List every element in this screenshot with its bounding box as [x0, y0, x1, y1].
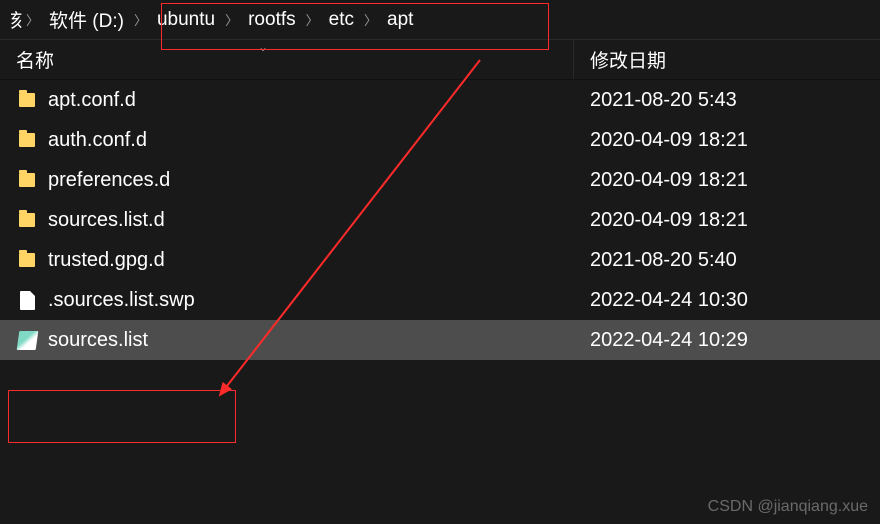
file-name-cell: sources.list — [0, 320, 574, 360]
file-row[interactable]: auth.conf.d 2020-04-09 18:21 — [0, 120, 880, 160]
file-name: sources.list.d — [48, 209, 165, 232]
breadcrumb-item-4[interactable]: etc — [323, 5, 360, 35]
folder-icon — [16, 249, 38, 271]
file-date: 2021-08-20 5:43 — [574, 89, 880, 112]
column-header-name[interactable]: 名称 — [0, 40, 574, 79]
watermark: CSDN @jianqiang.xue — [708, 498, 868, 516]
chevron-right-icon[interactable]: 〉 — [360, 10, 381, 29]
file-row[interactable]: preferences.d 2020-04-09 18:21 — [0, 160, 880, 200]
file-date: 2022-04-24 10:29 — [574, 329, 880, 352]
chevron-right-icon[interactable]: 〉 — [221, 10, 242, 29]
file-name: trusted.gpg.d — [48, 249, 165, 272]
file-row[interactable]: sources.list 2022-04-24 10:29 — [0, 320, 880, 360]
breadcrumb-item-3[interactable]: rootfs — [242, 5, 302, 35]
file-date: 2020-04-09 18:21 — [574, 169, 880, 192]
file-date: 2022-04-24 10:30 — [574, 289, 880, 312]
file-name: .sources.list.swp — [48, 289, 195, 312]
file-name-cell: apt.conf.d — [0, 80, 574, 120]
file-date: 2020-04-09 18:21 — [574, 209, 880, 232]
breadcrumb-item-0[interactable]: 刻 — [4, 2, 22, 37]
file-icon — [16, 289, 38, 311]
breadcrumb-bar: 刻 〉 软件 (D:) 〉 ubuntu 〉 rootfs 〉 etc 〉 ap… — [0, 0, 880, 40]
column-header-date[interactable]: 修改日期 — [574, 40, 880, 79]
breadcrumb-item-1[interactable]: 软件 (D:) — [43, 2, 130, 37]
breadcrumb-item-2[interactable]: ubuntu — [151, 5, 221, 35]
file-row[interactable]: sources.list.d 2020-04-09 18:21 — [0, 200, 880, 240]
folder-icon — [16, 129, 38, 151]
file-row[interactable]: .sources.list.swp 2022-04-24 10:30 — [0, 280, 880, 320]
file-name: preferences.d — [48, 169, 170, 192]
chevron-right-icon[interactable]: 〉 — [22, 10, 43, 29]
chevron-right-icon[interactable]: 〉 — [130, 10, 151, 29]
file-name-cell: .sources.list.swp — [0, 280, 574, 320]
annotation-box-file — [8, 390, 236, 443]
file-name-cell: sources.list.d — [0, 200, 574, 240]
file-name-cell: trusted.gpg.d — [0, 240, 574, 280]
folder-icon — [16, 89, 38, 111]
file-name-cell: preferences.d — [0, 160, 574, 200]
chevron-down-icon[interactable]: ⌄ — [258, 40, 268, 54]
folder-icon — [16, 169, 38, 191]
column-headers: 名称 修改日期 — [0, 40, 880, 80]
breadcrumb-item-5[interactable]: apt — [381, 5, 419, 35]
file-date: 2021-08-20 5:40 — [574, 249, 880, 272]
file-row[interactable]: trusted.gpg.d 2021-08-20 5:40 — [0, 240, 880, 280]
file-name: auth.conf.d — [48, 129, 147, 152]
file-row[interactable]: apt.conf.d 2021-08-20 5:43 — [0, 80, 880, 120]
file-name: sources.list — [48, 329, 148, 352]
file-list: apt.conf.d 2021-08-20 5:43 auth.conf.d 2020… — [0, 80, 880, 360]
file-name: apt.conf.d — [48, 89, 136, 112]
file-name-cell: auth.conf.d — [0, 120, 574, 160]
file-date: 2020-04-09 18:21 — [574, 129, 880, 152]
folder-icon — [16, 209, 38, 231]
notepad-icon — [16, 329, 38, 351]
chevron-right-icon[interactable]: 〉 — [302, 10, 323, 29]
